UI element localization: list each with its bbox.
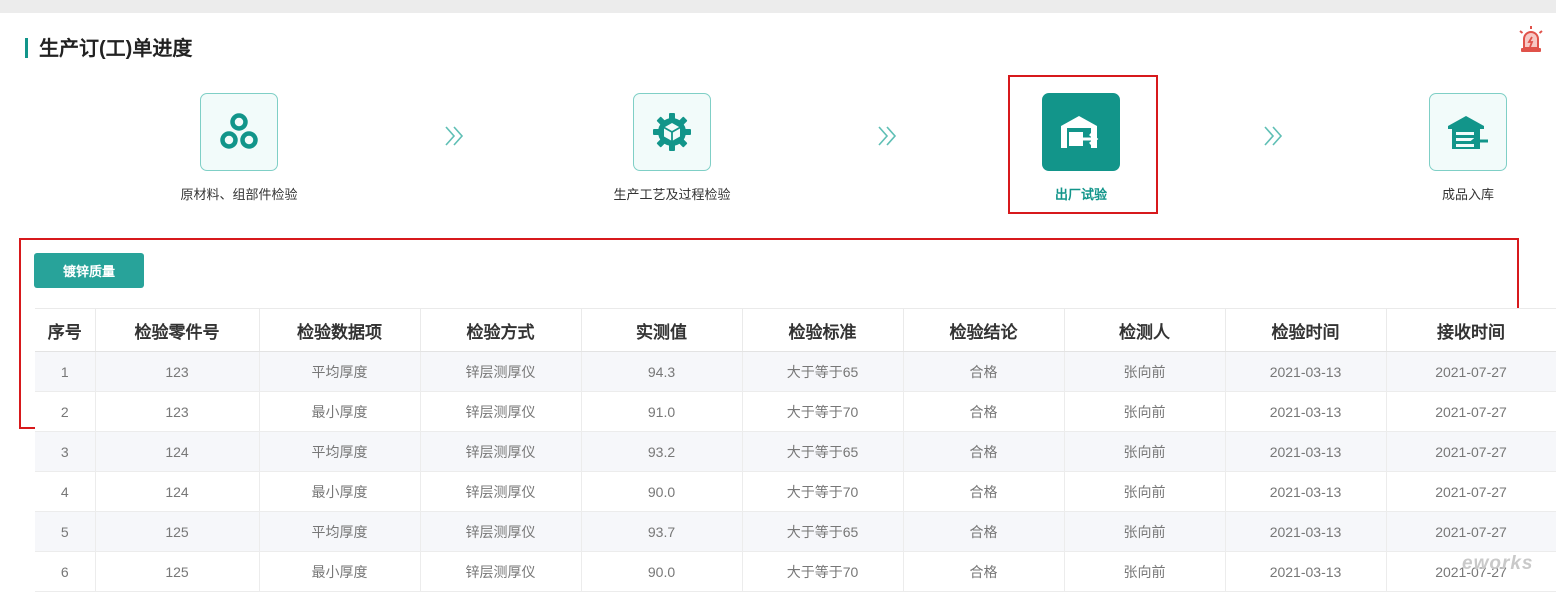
cell-data-item: 最小厚度 [259,391,421,432]
materials-circles-icon [200,93,278,171]
cell-inspector: 张向前 [1064,511,1226,552]
cell-inspect-time: 2021-03-13 [1225,431,1387,472]
cell-standard: 大于等于70 [742,391,904,432]
cell-index: 4 [35,471,96,512]
cell-inspect-time: 2021-03-13 [1225,471,1387,512]
cell-data-item: 最小厚度 [259,471,421,512]
cell-index: 2 [35,391,96,432]
table-header-row: 序号 检验零件号 检验数据项 检验方式 实测值 检验标准 检验结论 检测人 检验… [35,308,1556,352]
cell-receive-time: 2021-07-27 [1386,431,1556,472]
cell-measured-value: 90.0 [581,551,743,592]
cell-index: 1 [35,351,96,392]
cell-conclusion: 合格 [903,391,1065,432]
cell-part-no: 123 [95,391,260,432]
cell-standard: 大于等于70 [742,471,904,512]
cell-method: 锌层测厚仪 [420,471,582,512]
table-row[interactable]: 5 125 平均厚度 锌层测厚仪 93.7 大于等于65 合格 张向前 2021… [35,511,1556,552]
step-label: 原材料、组部件检验 [180,187,298,202]
step-label: 成品入库 [1441,187,1494,202]
cell-receive-time: 2021-07-27 [1386,511,1556,552]
cell-measured-value: 94.3 [581,351,743,392]
cell-inspect-time: 2021-03-13 [1225,391,1387,432]
cell-data-item: 最小厚度 [259,551,421,592]
column-header-receive-time[interactable]: 接收时间 [1386,308,1556,352]
column-header-inspector[interactable]: 检测人 [1064,308,1226,352]
cell-inspector: 张向前 [1064,431,1226,472]
cell-part-no: 125 [95,551,260,592]
cell-standard: 大于等于70 [742,551,904,592]
watermark-text: eworks [1462,553,1534,574]
cell-inspect-time: 2021-03-13 [1225,551,1387,592]
chevron-right-icon [877,124,899,148]
cell-inspect-time: 2021-03-13 [1225,511,1387,552]
cell-data-item: 平均厚度 [259,431,421,472]
step-factory-test[interactable]: 出厂试验 [991,93,1171,203]
cell-receive-time: 2021-07-27 [1386,351,1556,392]
cell-index: 3 [35,431,96,472]
cell-part-no: 124 [95,471,260,512]
cell-measured-value: 90.0 [581,471,743,512]
cell-data-item: 平均厚度 [259,351,421,392]
zinc-quality-tab-button[interactable]: 镀锌质量 [34,253,144,288]
column-header-data-item[interactable]: 检验数据项 [259,308,421,352]
cell-inspector: 张向前 [1064,471,1226,512]
top-bar [0,0,1556,13]
alarm-icon[interactable] [1516,24,1546,54]
table-row[interactable]: 2 123 最小厚度 锌层测厚仪 91.0 大于等于70 合格 张向前 2021… [35,391,1556,432]
cell-measured-value: 91.0 [581,391,743,432]
cell-conclusion: 合格 [903,351,1065,392]
chevron-right-icon [444,124,466,148]
cell-index: 5 [35,511,96,552]
table-row[interactable]: 3 124 平均厚度 锌层测厚仪 93.2 大于等于65 合格 张向前 2021… [35,431,1556,472]
cell-method: 锌层测厚仪 [420,511,582,552]
cell-method: 锌层测厚仪 [420,431,582,472]
table-row[interactable]: 6 125 最小厚度 锌层测厚仪 90.0 大于等于70 合格 张向前 2021… [35,551,1556,592]
cell-conclusion: 合格 [903,431,1065,472]
cell-part-no: 123 [95,351,260,392]
cell-measured-value: 93.7 [581,511,743,552]
cell-inspect-time: 2021-03-13 [1225,351,1387,392]
table-row[interactable]: 4 124 最小厚度 锌层测厚仪 90.0 大于等于70 合格 张向前 2021… [35,471,1556,512]
cell-conclusion: 合格 [903,471,1065,512]
step-raw-material[interactable]: 原材料、组部件检验 [149,93,329,203]
step-process[interactable]: 生产工艺及过程检验 [582,93,762,203]
cell-conclusion: 合格 [903,511,1065,552]
cell-inspector: 张向前 [1064,551,1226,592]
column-header-conclusion[interactable]: 检验结论 [903,308,1065,352]
cell-inspector: 张向前 [1064,391,1226,432]
warehouse-inbound-icon [1429,93,1507,171]
column-header-method[interactable]: 检验方式 [420,308,582,352]
title-accent-bar [25,38,28,58]
cell-inspector: 张向前 [1064,351,1226,392]
cell-part-no: 125 [95,511,260,552]
column-header-part-no[interactable]: 检验零件号 [95,308,260,352]
chevron-right-icon [1263,124,1285,148]
cell-receive-time: 2021-07-27 [1386,471,1556,512]
cell-receive-time: 2021-07-27 [1386,391,1556,432]
page-title: 生产订(工)单进度 [39,38,193,60]
cell-index: 6 [35,551,96,592]
column-header-index[interactable]: 序号 [35,308,96,352]
cell-data-item: 平均厚度 [259,511,421,552]
column-header-standard[interactable]: 检验标准 [742,308,904,352]
cell-measured-value: 93.2 [581,431,743,472]
cell-method: 锌层测厚仪 [420,551,582,592]
factory-outbound-icon [1042,93,1120,171]
step-label: 生产工艺及过程检验 [613,187,731,202]
column-header-measured-value[interactable]: 实测值 [581,308,743,352]
cell-standard: 大于等于65 [742,511,904,552]
step-label: 出厂试验 [1054,187,1107,202]
cell-part-no: 124 [95,431,260,472]
cell-method: 锌层测厚仪 [420,351,582,392]
table-row[interactable]: 1 123 平均厚度 锌层测厚仪 94.3 大于等于65 合格 张向前 2021… [35,351,1556,392]
cell-standard: 大于等于65 [742,431,904,472]
cell-standard: 大于等于65 [742,351,904,392]
step-warehouse[interactable]: 成品入库 [1378,93,1556,203]
process-gear-icon [633,93,711,171]
inspection-table: 序号 检验零件号 检验数据项 检验方式 实测值 检验标准 检验结论 检测人 检验… [35,308,1556,592]
column-header-inspect-time[interactable]: 检验时间 [1225,308,1387,352]
cell-conclusion: 合格 [903,551,1065,592]
cell-method: 锌层测厚仪 [420,391,582,432]
